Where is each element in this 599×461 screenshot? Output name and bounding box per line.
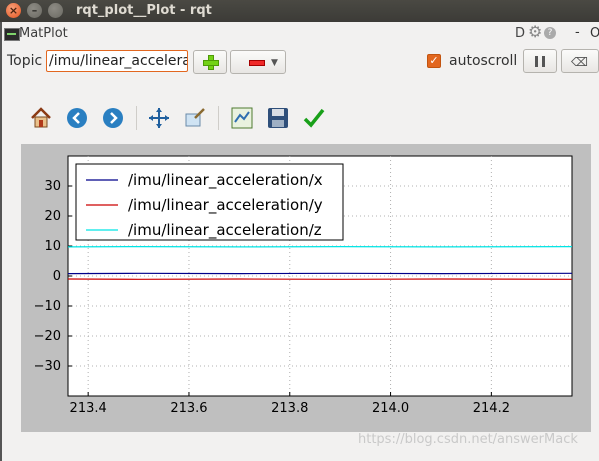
close-plugin-button[interactable]: O [590, 26, 599, 41]
legend-entry: /imu/linear_acceleration/y [128, 196, 323, 215]
maximize-window-button[interactable] [48, 3, 63, 18]
x-tick-label: 213.8 [271, 401, 308, 416]
line-chart[interactable]: 30 20 10 0 −10 −20 −30 213.4 213.6 213.8 214.0 214.… [21, 144, 591, 432]
x-tick-label: 213.4 [70, 401, 107, 416]
close-window-button[interactable]: × [6, 3, 21, 18]
y-tick-label: 10 [44, 239, 61, 254]
window-title: rqt_plot__Plot - rqt [76, 3, 212, 18]
forward-arrow-icon[interactable] [100, 104, 126, 132]
subplots-icon[interactable] [229, 104, 255, 132]
plus-icon-bar [203, 60, 219, 66]
plugin-icon [4, 28, 20, 41]
window-titlebar: × – rqt_plot__Plot - rqt [0, 0, 599, 22]
remove-topic-button[interactable]: ▼ [230, 50, 286, 74]
autoscroll-checkbox[interactable]: ✓ [427, 54, 441, 68]
home-icon[interactable] [28, 104, 54, 132]
y-tick-label: −30 [34, 359, 61, 374]
plot-canvas[interactable]: 30 20 10 0 −10 −20 −30 213.4 213.6 213.8 214.0 214.… [21, 144, 591, 432]
legend-entry: /imu/linear_acceleration/z [128, 221, 322, 240]
toolbar-separator [218, 106, 219, 130]
chevron-down-icon: ▼ [271, 58, 278, 68]
clear-button[interactable]: ⌫ [561, 49, 599, 73]
minus-icon [249, 60, 265, 66]
legend-entry: /imu/linear_acceleration/x [128, 171, 323, 190]
pause-button[interactable] [523, 49, 557, 73]
zoom-icon[interactable] [182, 104, 208, 132]
gear-icon[interactable]: ⚙ [528, 24, 542, 40]
x-tick-label: 214.2 [473, 401, 510, 416]
plugin-header: MatPlot D ⚙ ? - O [0, 22, 599, 46]
y-tick-label: 30 [44, 179, 61, 194]
help-icon[interactable]: ? [544, 27, 556, 39]
window-border [0, 22, 2, 461]
y-tick-label: 20 [44, 209, 61, 224]
save-icon[interactable] [265, 104, 291, 132]
toolbar-separator [136, 106, 137, 130]
add-topic-button[interactable] [193, 50, 227, 74]
clear-icon: ⌫ [571, 55, 588, 69]
y-tick-label: −10 [34, 299, 61, 314]
minimize-window-button[interactable]: – [27, 3, 42, 18]
watermark: https://blog.csdn.net/answerMack [358, 432, 578, 447]
x-tick-label: 214.0 [372, 401, 409, 416]
topic-label: Topic [7, 53, 43, 69]
dock-button[interactable]: D [515, 26, 525, 41]
plugin-title: MatPlot [19, 26, 68, 41]
y-tick-label: −20 [34, 329, 61, 344]
pan-icon[interactable] [146, 104, 172, 132]
y-tick-label: 0 [53, 269, 61, 284]
edit-curves-icon[interactable] [301, 104, 327, 132]
back-arrow-icon[interactable] [64, 104, 90, 132]
autoscroll-label: autoscroll [449, 53, 518, 69]
minimize-plugin-button[interactable]: - [575, 25, 580, 40]
x-tick-label: 213.6 [170, 401, 207, 416]
topic-input[interactable]: /imu/linear_accelera [46, 50, 188, 72]
pause-icon [535, 56, 545, 67]
